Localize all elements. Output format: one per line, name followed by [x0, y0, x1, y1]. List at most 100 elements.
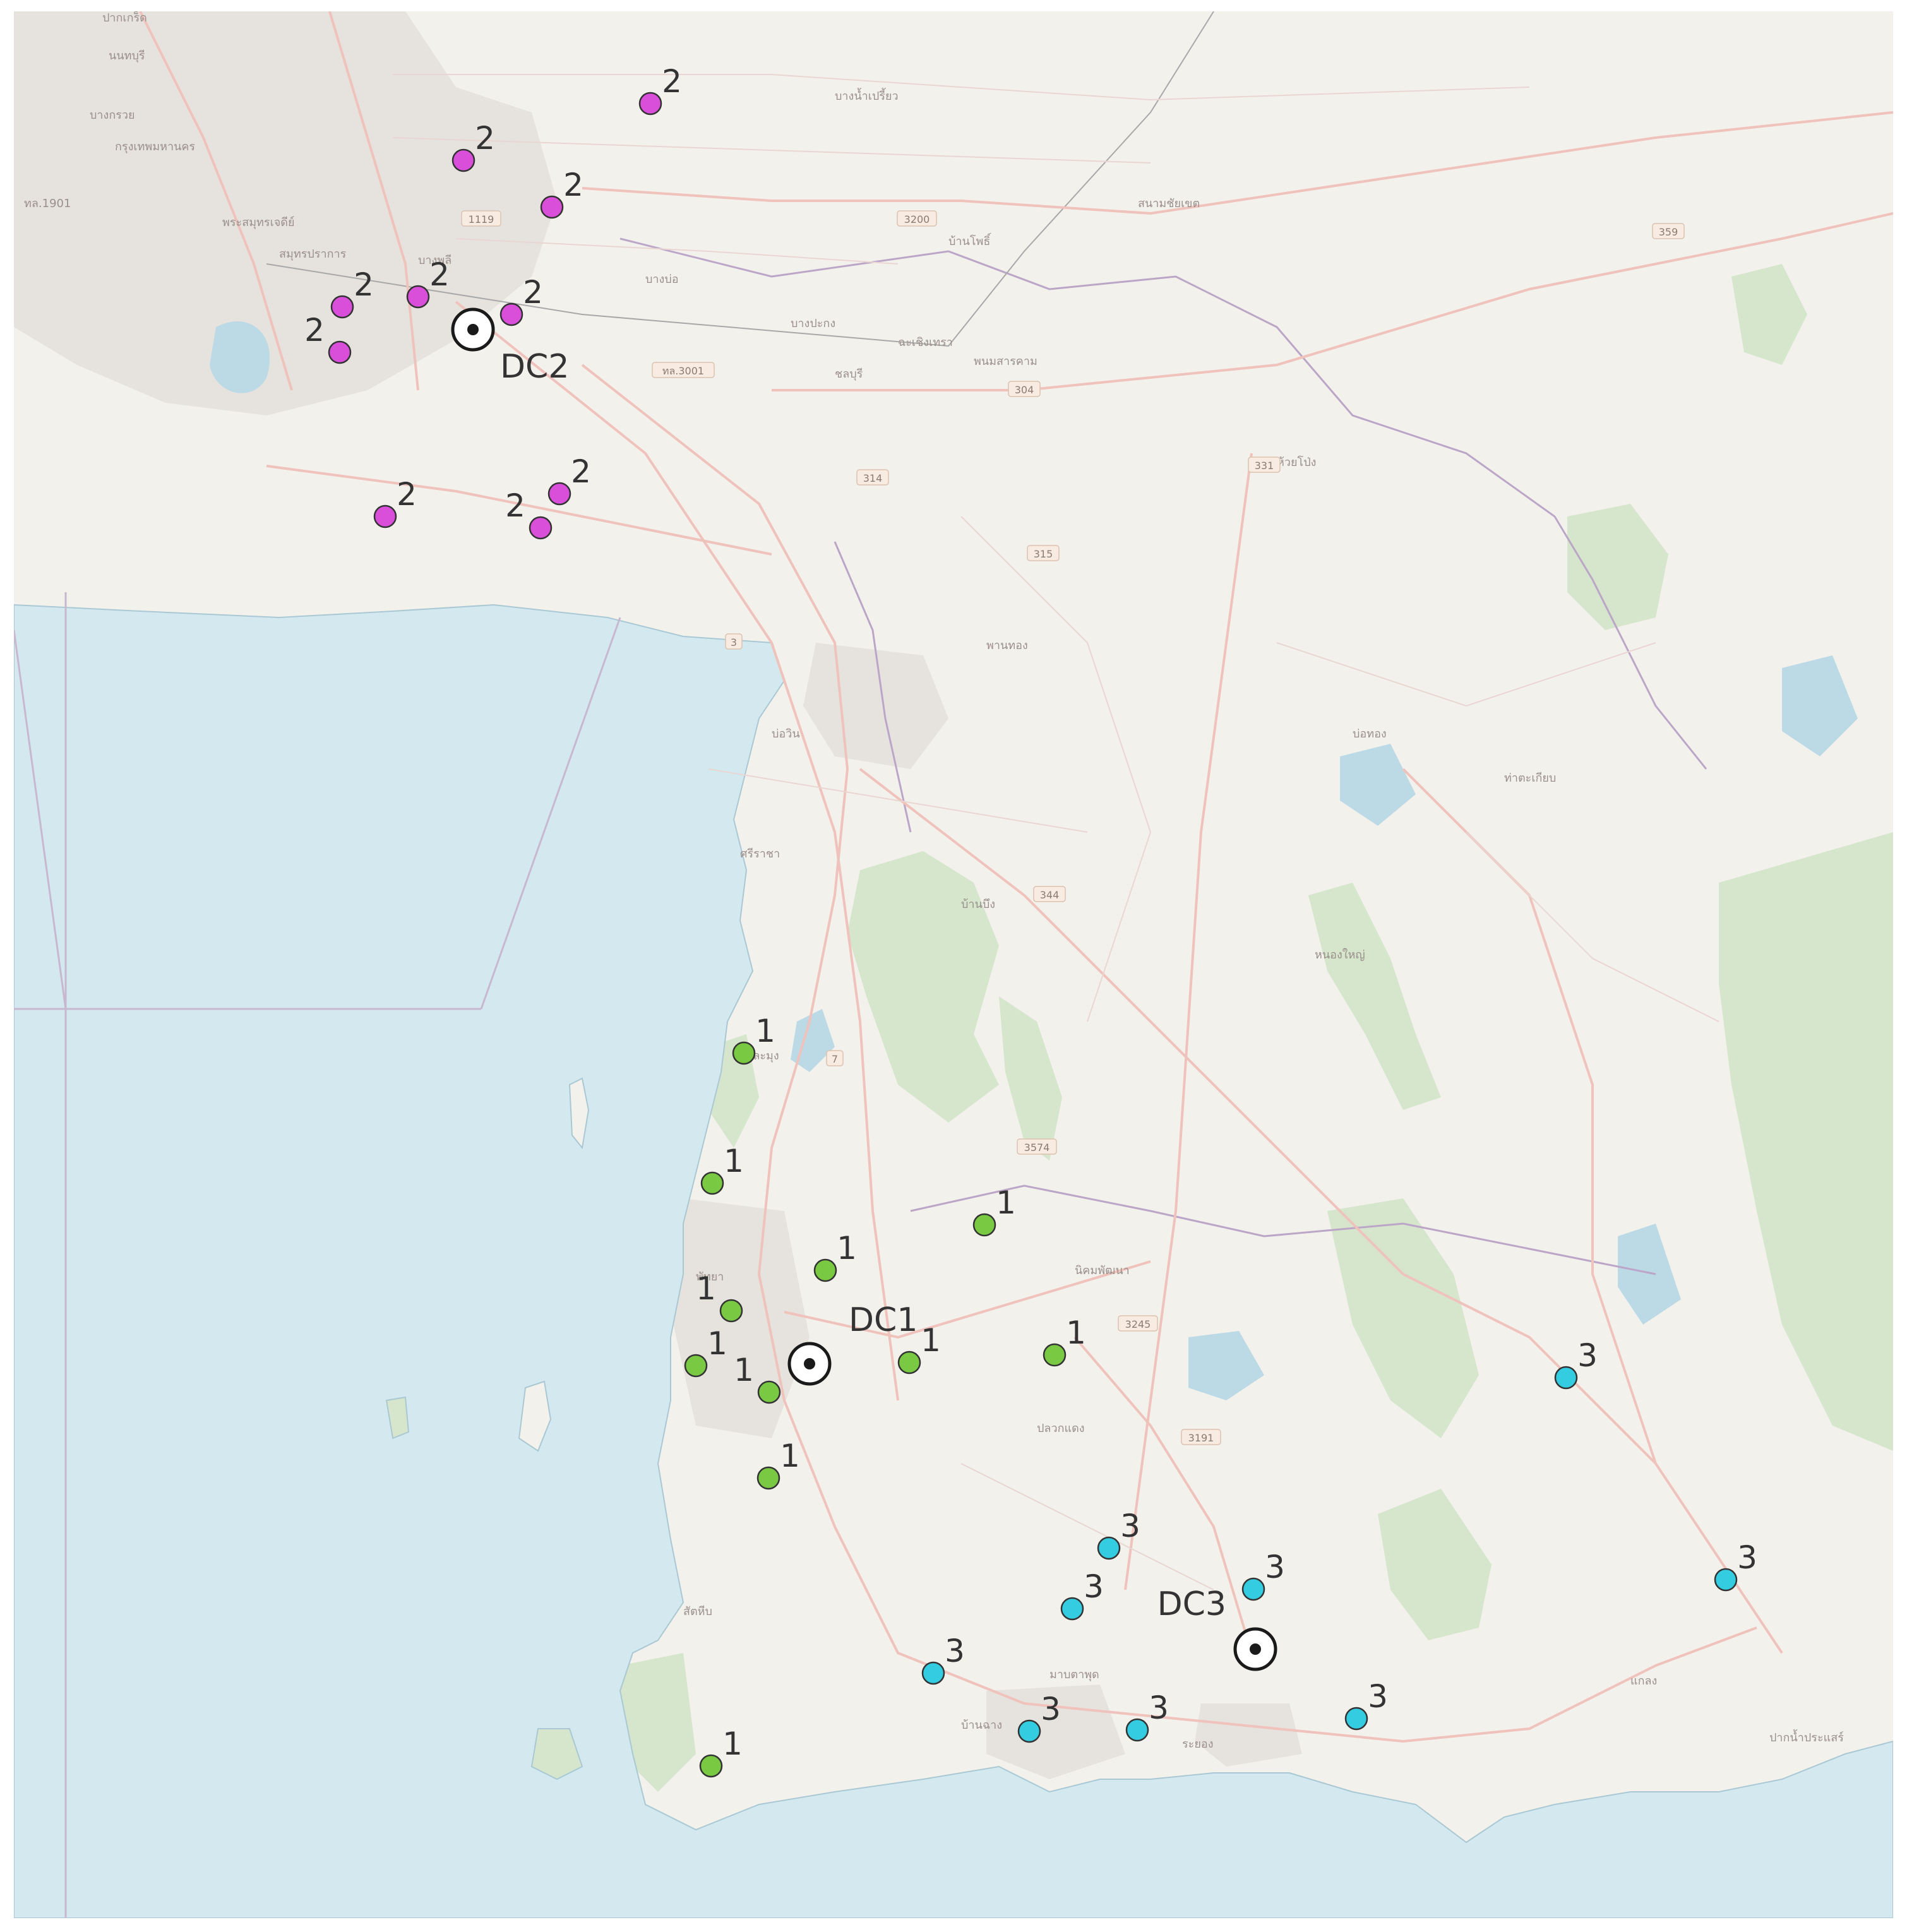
cluster-number-label: 3	[1368, 1678, 1388, 1715]
place-label: พนมสารคาม	[974, 355, 1037, 368]
customer-marker[interactable]	[540, 195, 564, 219]
customer-marker[interactable]	[1554, 1366, 1578, 1390]
depot-label: DC2	[500, 348, 569, 386]
depot-center-dot-icon	[1250, 1643, 1261, 1655]
customer-marker[interactable]	[1344, 1707, 1368, 1731]
svg-text:314: 314	[863, 472, 883, 484]
customer-marker[interactable]	[757, 1380, 781, 1404]
cluster-number-label: 1	[734, 1352, 754, 1388]
svg-text:3200: 3200	[904, 213, 930, 225]
customer-marker[interactable]	[1043, 1343, 1067, 1367]
customer-marker[interactable]	[1017, 1719, 1041, 1743]
place-label: บางบ่อ	[645, 273, 679, 286]
place-label: ฉะเชิงเทรา	[898, 336, 953, 349]
customer-marker[interactable]	[373, 504, 397, 528]
depot-center-dot-icon	[804, 1358, 815, 1369]
cluster-number-label: 3	[1737, 1539, 1757, 1576]
customer-marker[interactable]	[451, 148, 475, 172]
place-label: บ้านโพธิ์	[948, 232, 991, 248]
cluster-number-label: 3	[945, 1633, 965, 1669]
road-ref-shield: 304	[1008, 381, 1041, 397]
cluster-number-label: 1	[780, 1438, 800, 1474]
road-ref-shield: 3191	[1181, 1429, 1221, 1445]
road-ref-shield: ทล.3001	[652, 362, 715, 378]
road-ref-shield: 7	[826, 1050, 844, 1066]
customer-marker[interactable]	[638, 92, 662, 116]
customer-marker[interactable]	[330, 295, 354, 319]
place-label: บ้านบึง	[961, 898, 995, 911]
cluster-number-label: 2	[662, 63, 682, 100]
customer-marker[interactable]	[1125, 1718, 1149, 1742]
place-label: มาบตาพุด	[1049, 1668, 1099, 1681]
map-canvas[interactable]: ปากเกร็ดนนทบุรีบางกรวยกรุงเทพมหานครทล.19…	[14, 11, 1893, 1918]
place-label: พานทอง	[986, 639, 1028, 652]
place-label: สัตหีบ	[683, 1605, 712, 1618]
svg-text:3574: 3574	[1024, 1142, 1050, 1154]
cluster-number-label: 2	[505, 487, 525, 524]
place-label: ระยอง	[1182, 1738, 1213, 1751]
cluster-number-label: 1	[722, 1726, 743, 1762]
road-ref-shield: 315	[1027, 545, 1060, 561]
road-ref-shield: 331	[1248, 456, 1281, 473]
customer-marker[interactable]	[499, 302, 523, 326]
customer-marker[interactable]	[328, 340, 352, 364]
svg-text:359: 359	[1659, 226, 1678, 238]
customer-marker[interactable]	[1097, 1536, 1121, 1560]
place-label: นิคมพัฒนา	[1075, 1264, 1130, 1277]
svg-text:1119: 1119	[469, 213, 494, 225]
depot-label: DC1	[849, 1301, 918, 1339]
customer-marker[interactable]	[972, 1213, 996, 1237]
customer-marker[interactable]	[684, 1354, 708, 1378]
place-label: ศรีราชา	[740, 847, 780, 861]
customer-marker[interactable]	[406, 285, 430, 309]
place-label: นนทบุรี	[109, 49, 145, 63]
svg-text:3245: 3245	[1125, 1318, 1151, 1330]
road-ref-shield: 3574	[1017, 1138, 1057, 1155]
place-label: สมุทรปราการ	[279, 247, 347, 261]
customer-marker[interactable]	[700, 1171, 724, 1195]
cluster-number-label: 1	[1066, 1315, 1086, 1351]
place-label: ทล.1901	[24, 197, 71, 210]
customer-marker[interactable]	[719, 1299, 743, 1323]
place-label: ชลบุรี	[835, 367, 863, 381]
customer-marker[interactable]	[699, 1754, 723, 1778]
customer-marker[interactable]	[529, 516, 553, 540]
map-viewport[interactable]: ปากเกร็ด นนทบุรี บางกรวย กรุงเทพมหานคร ทล.19…	[14, 11, 1893, 1918]
place-label: ปากเกร็ด	[102, 11, 147, 25]
place-label: พระสมุทรเจดีย์	[222, 216, 295, 229]
place-label: บางน้ำเปรี้ยว	[835, 88, 899, 103]
customer-marker[interactable]	[732, 1041, 756, 1065]
svg-text:7: 7	[832, 1053, 838, 1065]
depot-label: DC3	[1157, 1585, 1226, 1623]
customer-marker[interactable]	[1714, 1568, 1738, 1592]
cluster-number-label: 3	[1577, 1337, 1598, 1374]
customer-marker[interactable]	[547, 482, 571, 506]
cluster-number-label: 3	[1041, 1691, 1061, 1727]
cluster-number-label: 3	[1149, 1690, 1169, 1726]
place-label: ห้วยโป่ง	[1277, 455, 1316, 469]
customer-marker[interactable]	[897, 1351, 921, 1374]
chao-phraya-loop	[210, 321, 270, 393]
svg-text:3191: 3191	[1188, 1432, 1214, 1444]
depot-center-dot-icon	[467, 324, 479, 335]
cluster-number-label: 1	[921, 1322, 941, 1359]
customer-marker[interactable]	[1241, 1577, 1265, 1601]
cluster-number-label: 3	[1120, 1508, 1140, 1544]
customer-marker[interactable]	[756, 1466, 780, 1490]
cluster-number-label: 2	[304, 312, 325, 349]
customer-marker[interactable]	[813, 1258, 837, 1282]
cluster-number-label: 1	[707, 1325, 727, 1362]
place-label: บ้านฉาง	[961, 1719, 1002, 1732]
cluster-number-label: 1	[996, 1184, 1016, 1221]
cluster-number-label: 2	[475, 120, 495, 157]
customer-marker[interactable]	[1060, 1597, 1084, 1621]
cluster-number-label: 2	[354, 266, 374, 303]
cluster-number-label: 2	[571, 453, 591, 490]
svg-text:3: 3	[731, 636, 737, 648]
place-label: สนามชัยเขต	[1138, 197, 1200, 210]
place-label: ท่าตะเกียบ	[1504, 772, 1556, 785]
cluster-number-label: 2	[523, 274, 543, 311]
customer-marker[interactable]	[921, 1661, 945, 1685]
cluster-number-label: 2	[397, 476, 417, 513]
road-ref-shield: 314	[856, 469, 889, 486]
